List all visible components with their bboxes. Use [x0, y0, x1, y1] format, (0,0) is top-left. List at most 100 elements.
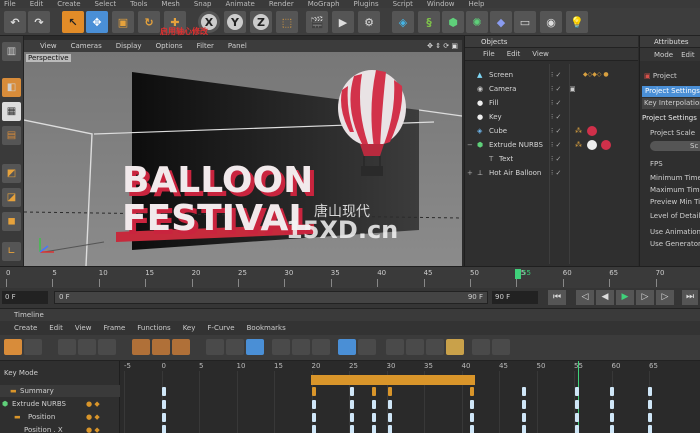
timeline-menu-functions[interactable]: Functions	[137, 324, 170, 332]
add-key-icon[interactable]	[132, 339, 150, 355]
attributes-menu-edit[interactable]: Edit	[681, 51, 695, 59]
track-toggle-icons[interactable]: ● ◆	[86, 398, 100, 410]
make-editable-icon[interactable]: ▥	[2, 42, 21, 61]
viewport-menu-cameras[interactable]: Cameras	[71, 42, 102, 50]
keyframe[interactable]	[610, 413, 614, 422]
object-row-hot-air-balloon[interactable]: + ⊥ Hot Air Balloon ⁝ ✓	[465, 166, 639, 180]
frame-range-slider[interactable]: 0 F 90 F	[54, 291, 488, 304]
track-position[interactable]: ▬ Position ● ◆	[0, 411, 120, 423]
delete-key-icon[interactable]	[172, 339, 190, 355]
ease-ease-icon[interactable]	[312, 339, 330, 355]
track-toggle-icons[interactable]: ● ◆	[86, 424, 100, 433]
object-row-camera[interactable]: ◉ Camera ⁝ ✓ ▣	[465, 82, 639, 96]
keyframe[interactable]	[575, 400, 579, 409]
spline-step-icon[interactable]	[246, 339, 264, 355]
texture-mode-icon[interactable]: ▦	[2, 102, 21, 121]
next-key-icon[interactable]: ▷	[656, 290, 674, 305]
visibility-dots-icon[interactable]: ⁝ ✓	[551, 138, 561, 152]
nurbs-icon[interactable]: ⬢	[442, 11, 464, 33]
keyframe[interactable]	[162, 387, 166, 396]
points-mode-icon[interactable]: ◩	[2, 164, 21, 183]
ease-in-icon[interactable]	[272, 339, 290, 355]
workplane-icon[interactable]: ▤	[2, 126, 21, 145]
object-row-fill[interactable]: ● Fill ⁝ ✓	[465, 96, 639, 110]
timeline-playhead[interactable]	[578, 361, 579, 433]
visibility-dots-icon[interactable]: ⁝ ✓	[551, 96, 561, 110]
timeline-menu-frame[interactable]: Frame	[103, 324, 125, 332]
coordinate-system-icon[interactable]: ⬚	[276, 11, 298, 33]
keyframe[interactable]	[350, 387, 354, 396]
fcurve-mode-icon[interactable]	[24, 339, 42, 355]
object-row-text[interactable]: T Text ⁝ ✓	[465, 152, 639, 166]
y-axis-toggle[interactable]: Y	[224, 11, 246, 33]
edges-mode-icon[interactable]: ◪	[2, 188, 21, 207]
visibility-dots-icon[interactable]: ⁝ ✓	[551, 152, 561, 166]
scale-tool-icon[interactable]: ▣	[112, 11, 134, 33]
keyframe[interactable]	[610, 387, 614, 396]
keyframe[interactable]	[648, 400, 652, 409]
timeline-menu-bookmarks[interactable]: Bookmarks	[247, 324, 286, 332]
axis-mode-icon[interactable]: ∟	[2, 242, 21, 261]
frame-selected-icon[interactable]	[358, 339, 376, 355]
keyframe[interactable]	[372, 425, 376, 433]
keyframe[interactable]	[372, 413, 376, 422]
object-row-cube[interactable]: ◈ Cube ⁝ ✓ ⁂	[465, 124, 639, 138]
visibility-dots-icon[interactable]: ⁝ ✓	[551, 124, 561, 138]
keyframe[interactable]	[610, 400, 614, 409]
menu-script[interactable]: Script	[393, 0, 413, 8]
frame-all-icon[interactable]	[338, 339, 356, 355]
track-summary[interactable]: ▬ Summary	[0, 385, 120, 397]
model-mode-icon[interactable]: ◧	[2, 78, 21, 97]
keyframe[interactable]	[372, 387, 376, 396]
material-ball-icon[interactable]	[587, 140, 597, 150]
timeline-menu-fcurve[interactable]: F-Curve	[207, 324, 234, 332]
keyframe[interactable]	[388, 413, 392, 422]
keyframe[interactable]	[522, 387, 526, 396]
material-ball-icon[interactable]	[601, 140, 611, 150]
keyframe[interactable]	[312, 425, 316, 433]
menu-render[interactable]: Render	[269, 0, 294, 8]
keyframe[interactable]	[312, 400, 316, 409]
visibility-dots-icon[interactable]: ⁝ ✓	[551, 166, 561, 180]
link-view-icon[interactable]	[98, 339, 116, 355]
polygons-mode-icon[interactable]: ◼	[2, 212, 21, 231]
visibility-dots-icon[interactable]: ⁝ ✓	[551, 110, 561, 124]
timeline-options-icon[interactable]	[492, 339, 510, 355]
material-tag-icon[interactable]: ⁂	[575, 124, 582, 138]
keyframe[interactable]	[388, 400, 392, 409]
keyframe[interactable]	[648, 413, 652, 422]
anim-tag-icon[interactable]: ⁂	[575, 138, 582, 152]
timeline-menu-create[interactable]: Create	[14, 324, 37, 332]
viewport-menu-panel[interactable]: Panel	[228, 42, 247, 50]
keyframe[interactable]	[350, 413, 354, 422]
timeline-keyframe-area[interactable]: Key Mode -505101520253035404550556065 ▬ …	[0, 361, 700, 433]
viewport-menu-options[interactable]: Options	[156, 42, 183, 50]
visibility-dots-icon[interactable]: ⁝ ✓	[551, 82, 561, 96]
ease-out-icon[interactable]	[292, 339, 310, 355]
cube-primitive-icon[interactable]: ◈	[392, 11, 414, 33]
spline-linear-icon[interactable]	[226, 339, 244, 355]
spline-icon[interactable]: §	[418, 11, 440, 33]
summary-range-bar[interactable]	[311, 375, 475, 385]
keyframe[interactable]	[648, 425, 652, 433]
undo-icon[interactable]: ↶	[4, 11, 26, 33]
menu-edit[interactable]: Edit	[30, 0, 44, 8]
viewport-perspective[interactable]: BALLOON BALLOON FESTIVAL FESTIVAL 唐山现代 1…	[24, 52, 462, 266]
menu-create[interactable]: Create	[57, 0, 80, 8]
solo-icon[interactable]	[426, 339, 444, 355]
lock-icon[interactable]	[386, 339, 404, 355]
menu-mograph[interactable]: MoGraph	[308, 0, 340, 8]
objects-menu-edit[interactable]: Edit	[507, 50, 521, 58]
timeline-menu-edit[interactable]: Edit	[49, 324, 63, 332]
viewport-menu-filter[interactable]: Filter	[197, 42, 214, 50]
attributes-menu-mode[interactable]: Mode	[654, 51, 673, 59]
menu-mesh[interactable]: Mesh	[161, 0, 179, 8]
goto-start-icon[interactable]: ⏮	[548, 290, 566, 305]
timeline-menu-key[interactable]: Key	[183, 324, 196, 332]
motion-mode-icon[interactable]	[78, 339, 96, 355]
keyframe[interactable]	[610, 425, 614, 433]
array-icon[interactable]: ✺	[466, 11, 488, 33]
tag-icons[interactable]: ◆◇◆◇ ●	[583, 68, 609, 82]
keyframe[interactable]	[312, 413, 316, 422]
spline-smooth-icon[interactable]	[206, 339, 224, 355]
